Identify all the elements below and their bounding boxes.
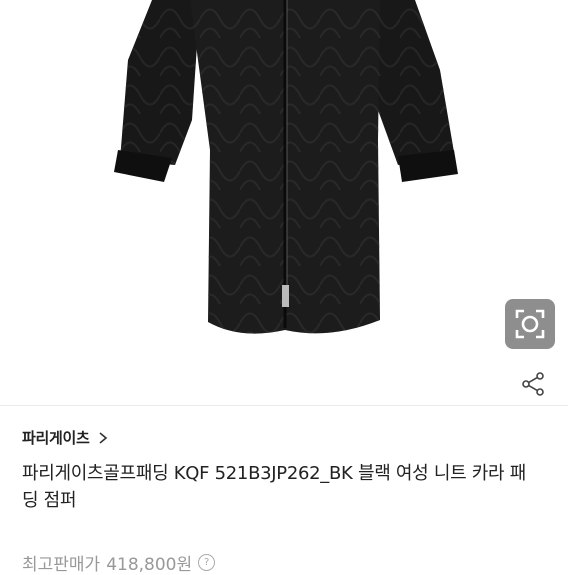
share-icon: [522, 372, 544, 396]
coat-photo: [114, 0, 458, 334]
share-button[interactable]: [518, 369, 548, 399]
product-image[interactable]: [0, 0, 568, 405]
price-row: 최고판매가 418,800원 ?: [22, 550, 216, 575]
price-label: 최고판매가: [22, 555, 101, 575]
brand-link[interactable]: 파리게이츠: [22, 427, 108, 448]
section-divider: [0, 405, 568, 406]
brand-name: 파리게이츠: [22, 429, 90, 447]
price-value: 418,800원: [106, 555, 193, 575]
camera-lens-icon: [515, 309, 545, 339]
info-icon[interactable]: ?: [198, 554, 216, 571]
chevron-right-icon: [99, 431, 107, 444]
image-search-button[interactable]: [505, 299, 555, 349]
product-title: 파리게이츠골프패딩 KQF 521B3JP262_BK 블랙 여성 니트 카라 …: [22, 463, 526, 511]
